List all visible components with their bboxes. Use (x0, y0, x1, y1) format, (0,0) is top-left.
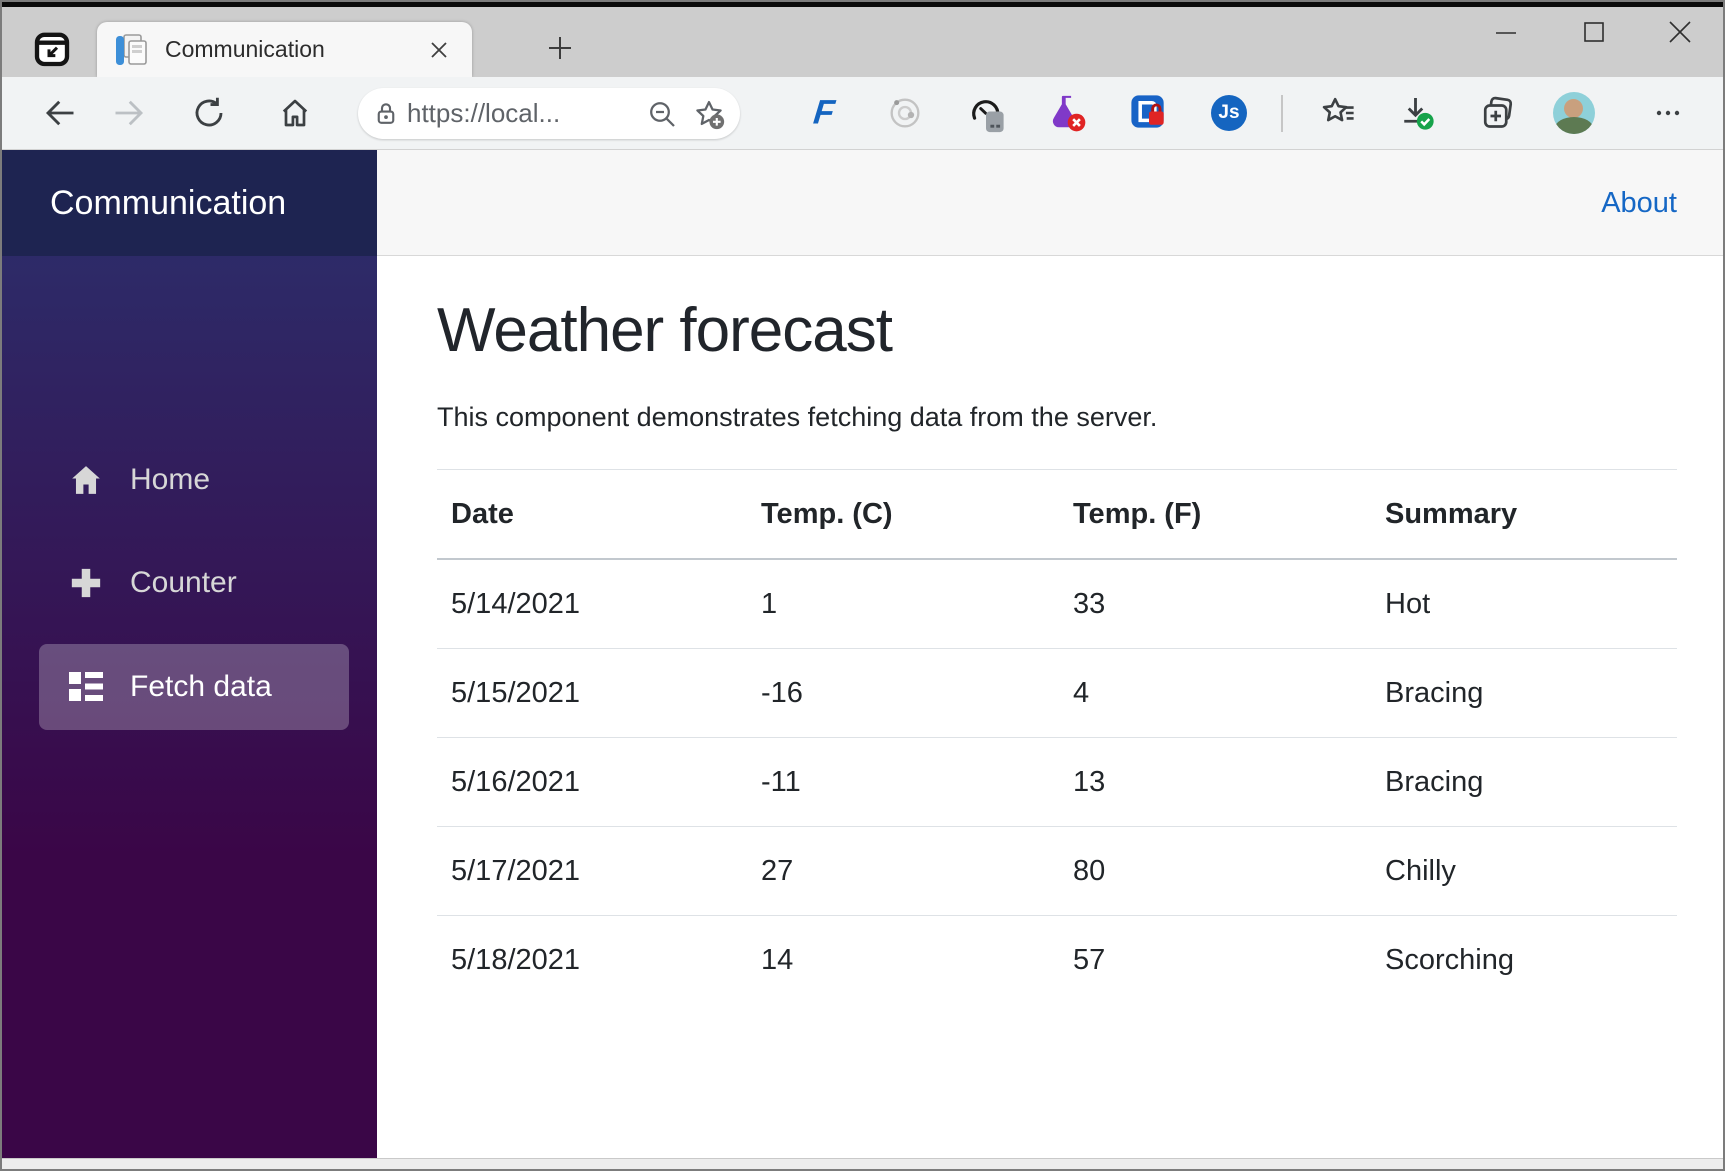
table-cell: 14 (747, 915, 1059, 1004)
weather-forecast-table: Date Temp. (C) Temp. (F) Summary 5/14/2021 1… (437, 469, 1677, 1004)
browser-toolbar: https://local... F Js (2, 77, 1723, 150)
table-cell: 33 (1059, 558, 1371, 649)
app-window: Communication Home Counter Fetch data Ab… (2, 150, 1723, 1159)
sidebar-item-home[interactable]: Home (39, 437, 349, 523)
table-cell: -16 (747, 648, 1059, 738)
window-maximize-button[interactable] (1581, 19, 1607, 45)
table-header-cell: Summary (1371, 469, 1677, 560)
table-cell: Bracing (1371, 648, 1677, 738)
main-content: About Weather forecast This component de… (377, 150, 1723, 1159)
avatar-head (1564, 99, 1583, 118)
sidebar-item-label: Fetch data (130, 670, 272, 703)
favorites-icon[interactable] (1319, 93, 1359, 133)
reload-icon[interactable] (191, 95, 227, 131)
page-description: This component demonstrates fetching dat… (437, 402, 1158, 432)
orbit-extension-icon[interactable] (885, 93, 925, 133)
table-cell: 13 (1059, 737, 1371, 827)
browser-tab-bar: Communication (2, 7, 1723, 77)
password-manager-extension-icon[interactable] (1127, 91, 1171, 135)
browser-tab[interactable]: Communication (97, 22, 472, 77)
content-top-row: About (377, 150, 1723, 256)
table-cell: 5/15/2021 (437, 648, 747, 738)
table-header-cell: Temp. (F) (1059, 469, 1371, 560)
gauge-extension-icon[interactable] (964, 91, 1008, 135)
window-top-edge (0, 0, 1725, 7)
lock-icon[interactable] (371, 99, 401, 129)
sidebar-item-counter[interactable]: Counter (39, 540, 349, 626)
toolbar-separator (1281, 95, 1283, 132)
address-bar[interactable]: https://local... (358, 88, 740, 139)
about-link[interactable]: About (1601, 150, 1677, 256)
table-cell: 27 (747, 826, 1059, 916)
sidebar-item-label: Home (130, 463, 211, 496)
forward-icon[interactable] (111, 95, 147, 131)
tab-title: Communication (165, 36, 325, 62)
page-body: Weather forecast This component demonstr… (437, 256, 1677, 1159)
table-cell: Chilly (1371, 826, 1677, 916)
workspaces-icon[interactable] (32, 29, 72, 69)
table-header-cell: Date (437, 469, 747, 560)
sidebar-brand-band: Communication (2, 150, 377, 256)
settings-more-icon[interactable] (1651, 96, 1685, 130)
table-cell: 57 (1059, 915, 1371, 1004)
table-row: 5/15/2021 -16 4 Bracing (437, 648, 1677, 738)
table-header: Date Temp. (C) Temp. (F) Summary (437, 469, 1677, 560)
table-cell: 80 (1059, 826, 1371, 916)
table-cell: 5/18/2021 (437, 915, 747, 1004)
json-viewer-label: Js (1211, 95, 1247, 131)
tab-favicon (113, 31, 153, 69)
avatar-body (1555, 117, 1593, 134)
table-cell: Hot (1371, 558, 1677, 649)
sidebar: Communication Home Counter Fetch data (2, 150, 377, 1159)
zoom-out-icon[interactable] (646, 98, 678, 130)
json-viewer-extension-icon[interactable]: Js (1211, 95, 1247, 131)
list-rich-icon (67, 670, 105, 704)
window-close-button[interactable] (1667, 19, 1693, 45)
table-cell: Scorching (1371, 915, 1677, 1004)
app-brand[interactable]: Communication (50, 150, 286, 256)
home-button-icon[interactable] (277, 95, 313, 131)
back-icon[interactable] (42, 95, 78, 131)
flask-extension-icon[interactable] (1045, 91, 1089, 135)
home-icon (67, 463, 105, 497)
downloads-icon[interactable] (1396, 92, 1438, 134)
table-cell: 5/16/2021 (437, 737, 747, 827)
profile-avatar[interactable] (1553, 92, 1595, 134)
url-text: https://local... (407, 98, 561, 128)
table-cell: -11 (747, 737, 1059, 827)
window-minimize-button[interactable] (1493, 20, 1519, 46)
table-row: 5/16/2021 -11 13 Bracing (437, 737, 1677, 827)
forecast-table-body: 5/14/2021 1 33 Hot 5/15/2021 -16 4 Bracing 5/16/… (437, 558, 1677, 1004)
fiddler-extension-icon[interactable]: F (812, 94, 837, 133)
table-cell: Bracing (1371, 737, 1677, 827)
table-row: 5/14/2021 1 33 Hot (437, 558, 1677, 649)
new-tab-icon[interactable] (546, 34, 574, 62)
table-header-cell: Temp. (C) (747, 469, 1059, 560)
add-favorite-icon[interactable] (692, 97, 726, 131)
table-cell: 5/17/2021 (437, 826, 747, 916)
collections-icon[interactable] (1477, 92, 1519, 134)
sidebar-item-fetch-data[interactable]: Fetch data (39, 644, 349, 730)
avatar-image (1553, 92, 1595, 134)
window-bottom-edge (2, 1158, 1723, 1169)
table-header-row: Date Temp. (C) Temp. (F) Summary (437, 469, 1677, 560)
table-row: 5/17/2021 27 80 Chilly (437, 826, 1677, 916)
page-title: Weather forecast (437, 296, 893, 365)
sidebar-item-label: Counter (130, 566, 237, 599)
plus-icon (67, 566, 105, 600)
tab-close-icon[interactable] (428, 39, 450, 61)
table-cell: 4 (1059, 648, 1371, 738)
table-cell: 1 (747, 558, 1059, 649)
table-row: 5/18/2021 14 57 Scorching (437, 915, 1677, 1004)
table-cell: 5/14/2021 (437, 558, 747, 649)
